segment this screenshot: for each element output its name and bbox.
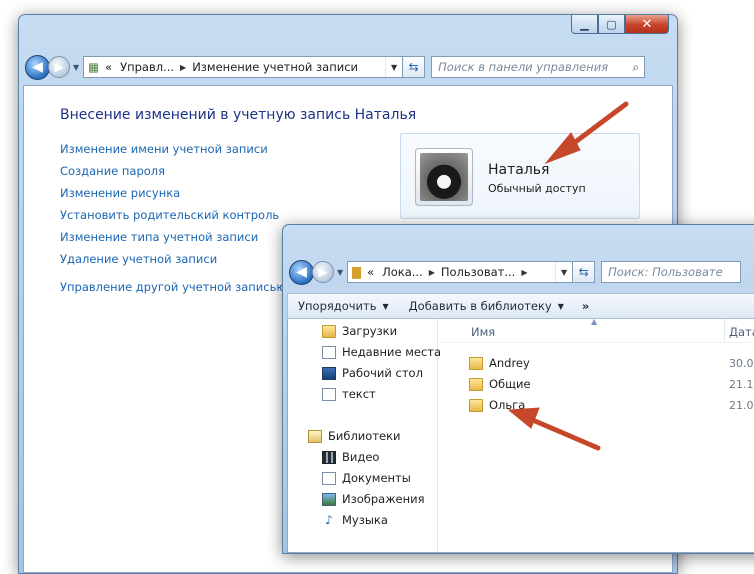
- arrow-to-account-name: [544, 101, 629, 165]
- annotation-arrows: [507, 101, 629, 451]
- arrow-to-olga-folder: [507, 407, 601, 451]
